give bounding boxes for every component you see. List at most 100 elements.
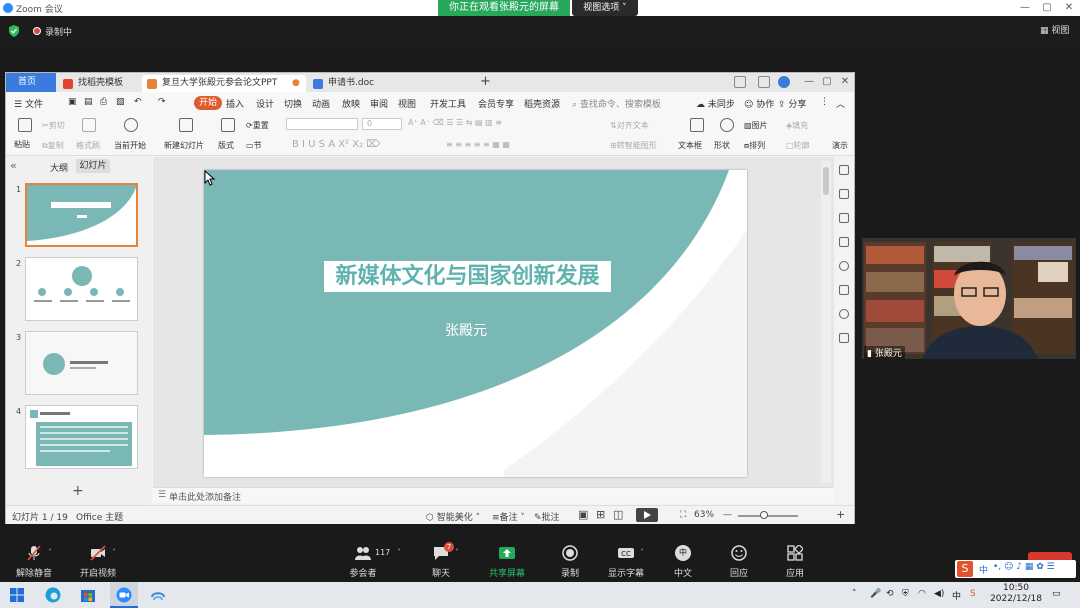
more-icon[interactable]: ⋮: [820, 97, 829, 107]
wps-maximize-icon[interactable]: ▢: [820, 75, 834, 89]
menu-design[interactable]: 设计: [256, 97, 274, 110]
paste-icon[interactable]: [18, 118, 32, 132]
smart-shape-button[interactable]: ⊞转智能图形: [610, 140, 657, 151]
ime-tools-icons[interactable]: •, ☺ ♪ ▦ ✿ ☰: [993, 562, 1055, 572]
from-current-button[interactable]: 当前开始: [114, 140, 146, 151]
cut-button[interactable]: ✂剪切: [42, 120, 65, 131]
wifi-icon[interactable]: ◠: [918, 589, 926, 599]
align-icons[interactable]: ≡ ≡ ≡ ≡ ≡ ▦ ▦: [446, 140, 510, 149]
zoom-in-icon[interactable]: +: [836, 508, 845, 521]
shape-button[interactable]: 形状: [714, 140, 730, 151]
beautify-button[interactable]: ⬡ 智能美化 ˄: [426, 510, 480, 523]
start-video-button[interactable]: ˄ 开启视频: [70, 540, 126, 582]
copy-button[interactable]: ⧉复制: [42, 140, 64, 151]
font-grow-icon[interactable]: A⁺ A⁻ ⌫ ☰ ☰ ⇆ ▤ ▥ ≡: [408, 118, 502, 127]
participants-button[interactable]: 117 ˄ 参会者: [335, 540, 401, 582]
zoom-slider[interactable]: [738, 515, 798, 517]
menu-insert[interactable]: 插入: [226, 97, 244, 110]
play-slideshow-button[interactable]: [636, 508, 658, 522]
comments-toggle[interactable]: ✎批注: [534, 510, 560, 523]
fill-button[interactable]: ◈填充: [786, 120, 808, 131]
captions-button[interactable]: CC ˄ 显示字幕: [598, 540, 654, 582]
chevron-up-icon[interactable]: ˄: [640, 548, 644, 557]
reactions-button[interactable]: 回应: [711, 540, 767, 582]
fit-icon[interactable]: ⛶: [680, 510, 686, 520]
chevron-up-icon[interactable]: ˄: [397, 548, 401, 557]
share-screen-button[interactable]: 共享屏幕: [479, 540, 535, 582]
textbox-icon[interactable]: [690, 118, 704, 132]
menu-transition[interactable]: 切换: [284, 97, 302, 110]
tray-overflow-icon[interactable]: ˄: [852, 589, 857, 599]
scrollbar-thumb[interactable]: [823, 167, 829, 195]
zoom-level[interactable]: 63%: [694, 510, 714, 520]
microphone-tray-icon[interactable]: 🎤: [870, 589, 881, 599]
wps-close-icon[interactable]: ✕: [838, 75, 852, 89]
slide-thumbnail[interactable]: [25, 257, 138, 321]
menu-start[interactable]: 开始: [194, 96, 222, 110]
view-options-button[interactable]: 视图选项 ˅: [572, 0, 638, 16]
wps-minimize-icon[interactable]: —: [802, 75, 816, 89]
save-icon[interactable]: ▣: [68, 97, 77, 107]
format-painter-icon[interactable]: [82, 118, 96, 132]
share-button[interactable]: ⇪ 分享: [778, 97, 806, 110]
language-button[interactable]: 中 中文: [655, 540, 711, 582]
language-tray-icon[interactable]: 中: [952, 589, 961, 602]
chevron-up-icon[interactable]: ˄: [48, 548, 52, 557]
apps-button[interactable]: 应用: [767, 540, 823, 582]
play-from-current-icon[interactable]: [124, 118, 138, 132]
menu-file[interactable]: ☰ 文件: [14, 97, 43, 110]
command-search[interactable]: ⌕ 查找命令、搜索模板: [572, 97, 661, 110]
menu-review[interactable]: 审阅: [370, 97, 388, 110]
layout-button[interactable]: 版式: [218, 140, 234, 151]
unmute-button[interactable]: ˄ 解除静音: [6, 540, 62, 582]
collapse-panel-icon[interactable]: «: [10, 159, 17, 172]
minimize-icon[interactable]: —: [1018, 1, 1032, 15]
edge-browser-icon[interactable]: [45, 587, 61, 603]
slide-thumbnail[interactable]: [25, 183, 138, 247]
chevron-up-icon[interactable]: ˄: [455, 548, 459, 557]
close-icon[interactable]: ✕: [1062, 1, 1076, 15]
view-button[interactable]: ▦ 视图: [1040, 23, 1069, 36]
preview-icon[interactable]: ▧: [116, 97, 125, 107]
slide-thumbnail[interactable]: [25, 331, 138, 395]
pin-icon[interactable]: [839, 165, 849, 175]
format-painter-button[interactable]: 格式刷: [76, 140, 100, 151]
menu-view[interactable]: 视图: [398, 97, 416, 110]
chat-button[interactable]: 7 ˄ 聊天: [413, 540, 469, 582]
picture-button[interactable]: ▨图片: [744, 120, 768, 131]
font-size-select[interactable]: 0: [362, 118, 402, 130]
slide-thumbnail[interactable]: [25, 405, 138, 469]
system-clock[interactable]: 10:50 2022/12/18: [990, 583, 1042, 605]
star-icon[interactable]: [839, 213, 849, 223]
zoom-out-icon[interactable]: —: [723, 510, 732, 520]
font-name-select[interactable]: [286, 118, 358, 130]
tab-home[interactable]: 首页: [6, 73, 56, 92]
book-icon[interactable]: [839, 333, 849, 343]
zoom-taskbar-active[interactable]: [110, 582, 138, 608]
slide-author[interactable]: 张殿元: [436, 320, 496, 340]
slide-title[interactable]: 新媒体文化与国家创新发展: [324, 261, 611, 292]
slides-icon[interactable]: [839, 237, 849, 247]
undo-icon[interactable]: ↶: [134, 97, 142, 107]
tab-doc[interactable]: 申请书.doc: [308, 75, 478, 92]
menu-resources[interactable]: 稻壳资源: [524, 97, 560, 110]
section-button[interactable]: ▭节: [246, 140, 262, 151]
chevron-up-icon[interactable]: ˄: [112, 548, 116, 557]
paste-button[interactable]: 粘贴: [14, 139, 30, 150]
text-style-icons[interactable]: B I U S A X² X₂ ⌦: [292, 139, 380, 150]
shape-icon[interactable]: [720, 118, 734, 132]
tab-ppt[interactable]: 复旦大学张殿元参会论文PPT ●: [142, 75, 306, 92]
image-icon[interactable]: [839, 285, 849, 295]
webcam-tile[interactable]: ▮ 张殿元: [862, 238, 1076, 359]
notification-icon[interactable]: ▭: [1052, 589, 1061, 599]
collapse-ribbon-icon[interactable]: ︿: [836, 97, 845, 110]
notes-toggle[interactable]: ≡备注 ˅: [492, 510, 525, 523]
store-icon[interactable]: [80, 587, 96, 603]
location-icon[interactable]: [839, 309, 849, 319]
security-tray-icon[interactable]: ⛨: [902, 589, 909, 599]
layout-icon[interactable]: [221, 118, 235, 132]
reset-button[interactable]: ⟳重置: [246, 120, 269, 131]
record-button[interactable]: 录制: [542, 540, 598, 582]
ime-mode[interactable]: 中: [979, 563, 988, 576]
windows-start-icon[interactable]: [9, 587, 25, 603]
